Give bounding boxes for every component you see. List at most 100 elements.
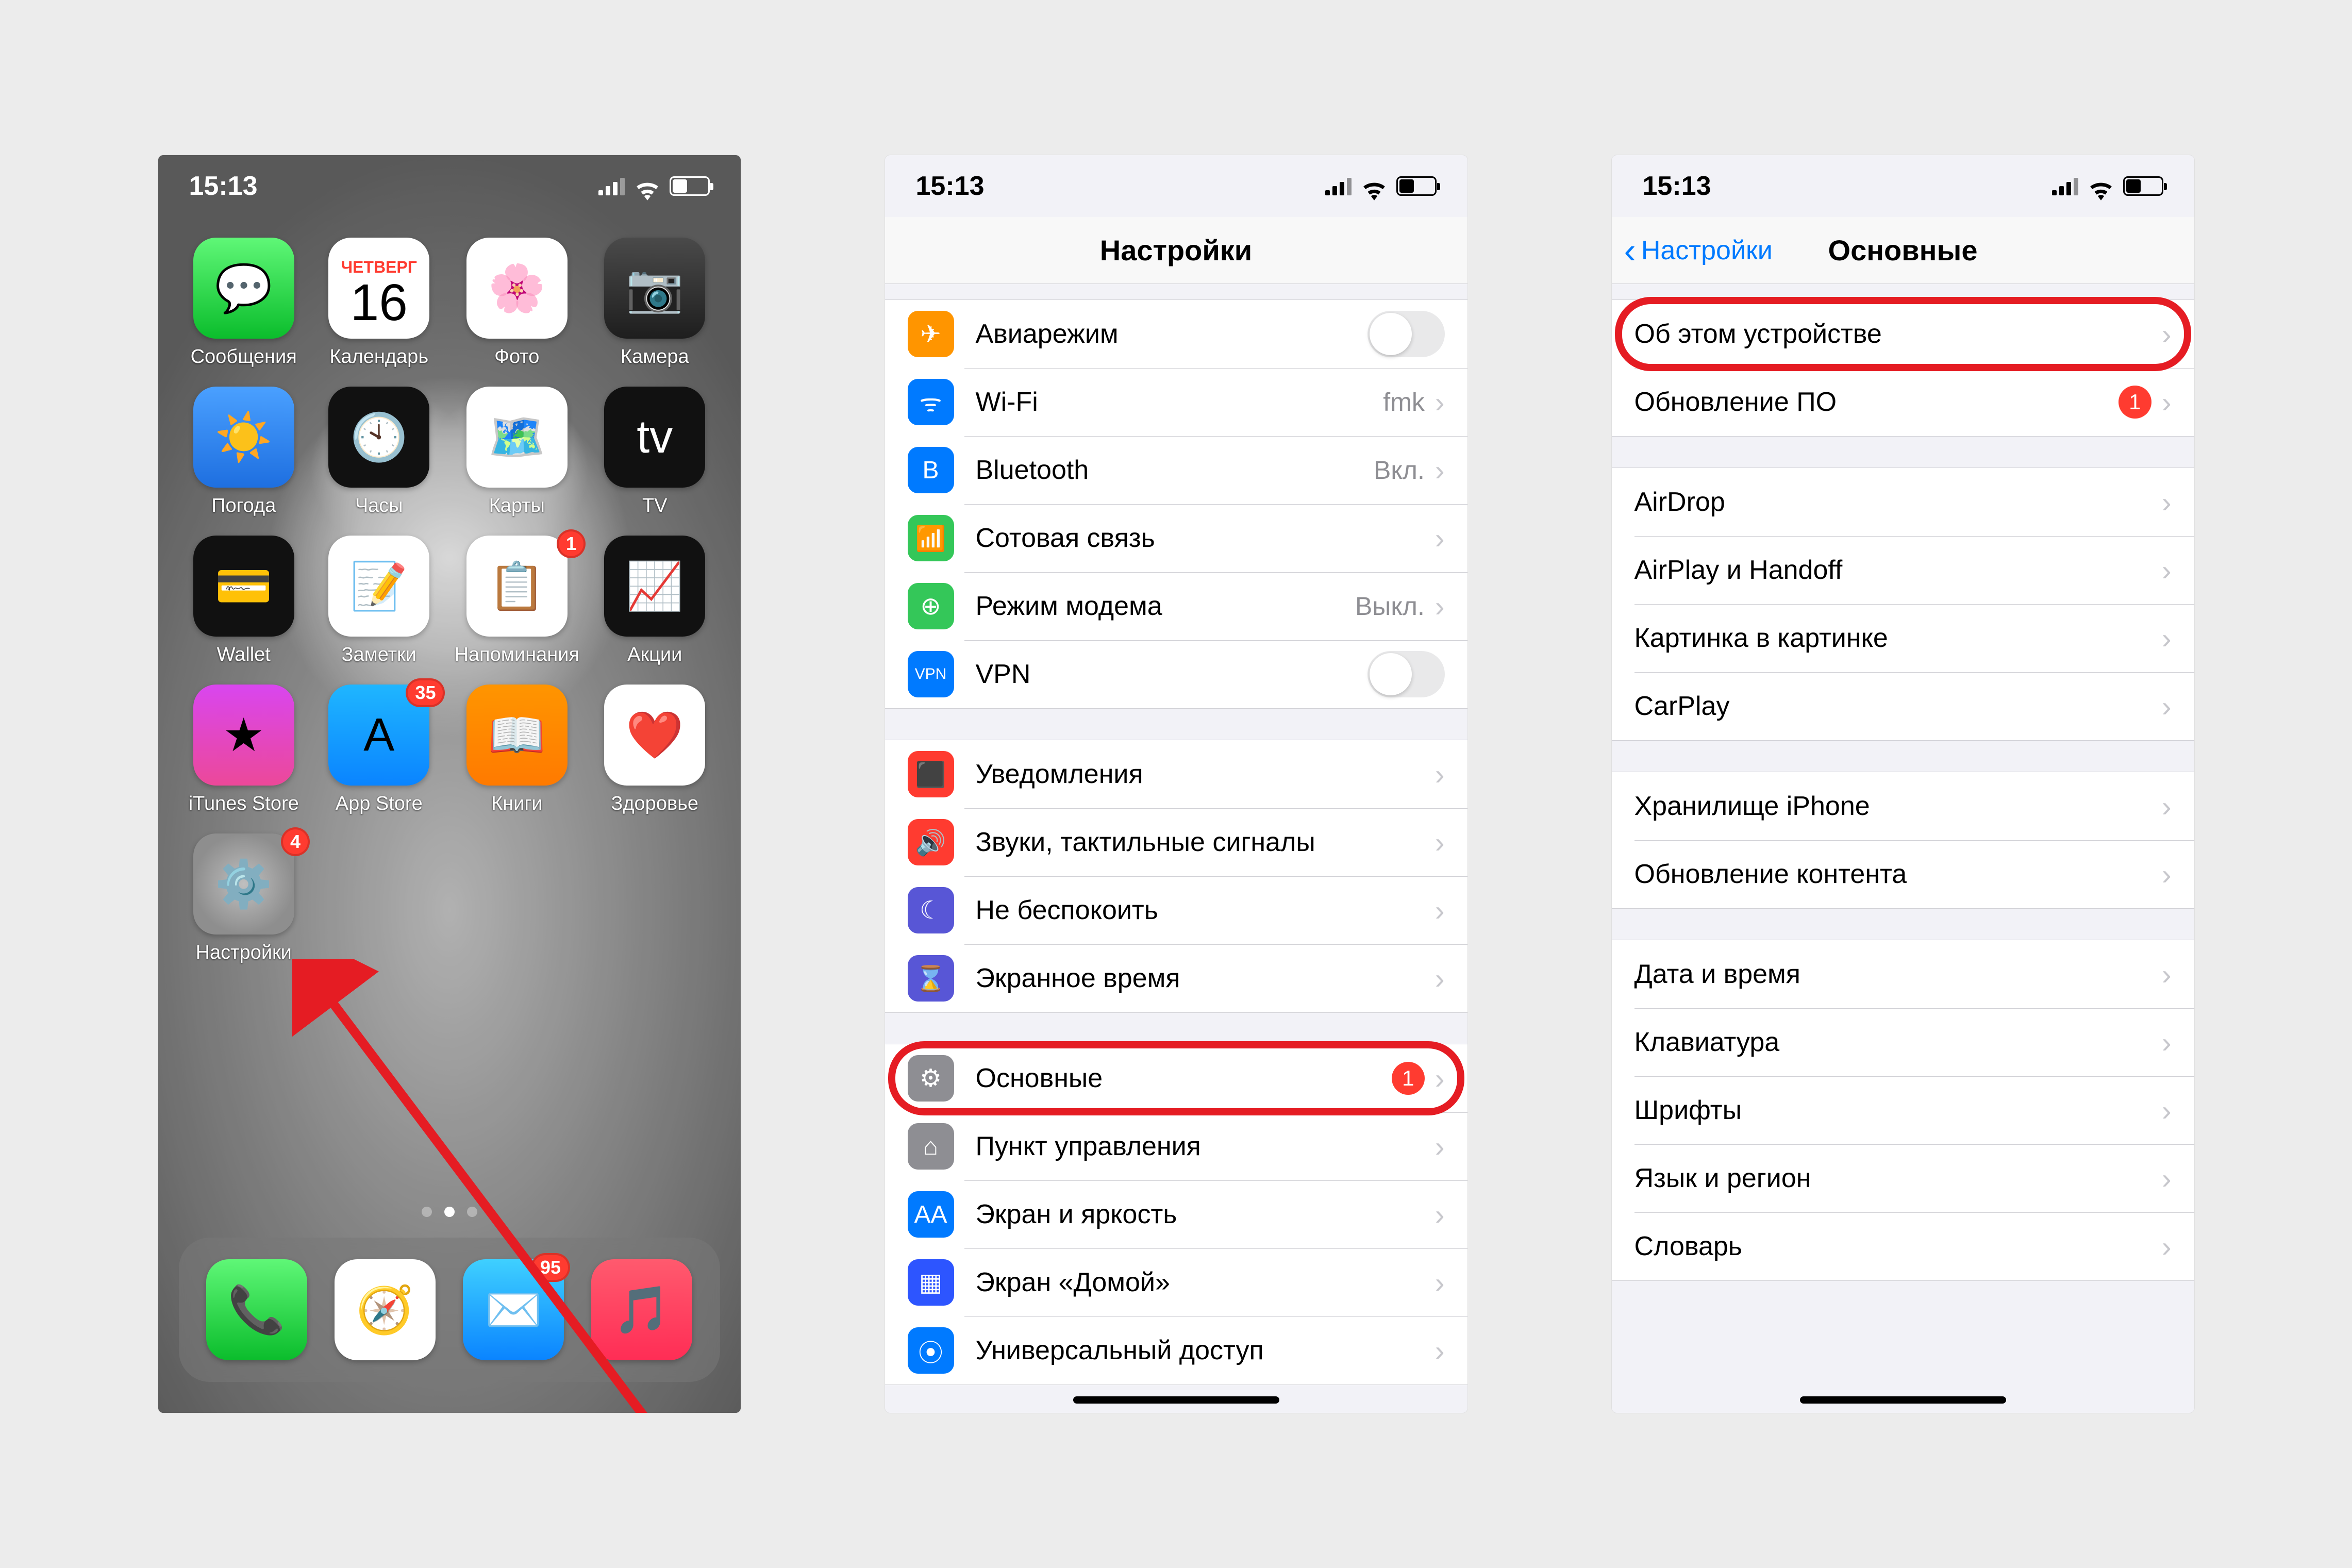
row-dnd[interactable]: ☾Не беспокоить› <box>885 876 1467 944</box>
home-indicator[interactable] <box>1800 1396 2006 1404</box>
row-label: Авиарежим <box>976 319 1367 349</box>
row-airdrop[interactable]: AirDrop› <box>1612 468 2194 536</box>
health-icon: ❤️ <box>604 685 705 786</box>
app-safari[interactable]: 🧭 <box>335 1259 436 1360</box>
status-bar: 15:13 <box>158 155 741 217</box>
chevron-right-icon: › <box>2162 386 2172 419</box>
row-label: Bluetooth <box>976 455 1374 486</box>
row-label: CarPlay <box>1634 691 2162 722</box>
home-indicator[interactable] <box>1073 1396 1279 1404</box>
row-label: Не беспокоить <box>976 895 1435 926</box>
row-storage[interactable]: Хранилище iPhone› <box>1612 772 2194 840</box>
row-label: Экран и яркость <box>976 1199 1435 1230</box>
row-sounds[interactable]: 🔊Звуки, тактильные сигналы› <box>885 808 1467 876</box>
nav-back-button[interactable]: ‹ Настройки <box>1624 235 1773 266</box>
row-label: Уведомления <box>976 759 1435 790</box>
screen-general: 15:13 ‹ Настройки Основные Об этом устро… <box>1612 155 2194 1413</box>
app-calendar[interactable]: Четверг16Календарь <box>319 238 439 368</box>
row-date[interactable]: Дата и время› <box>1612 940 2194 1008</box>
app-settings[interactable]: 4⚙️Настройки <box>184 833 304 964</box>
homescreen-icon: ▦ <box>908 1259 954 1306</box>
row-label: Режим модема <box>976 591 1356 622</box>
tv-icon: tv <box>604 387 705 488</box>
app-messages[interactable]: 💬Сообщения <box>184 238 304 368</box>
settings-list: ✈︎ Авиарежим ᯤWi-Fifmk›BBluetoothВкл.›📶Сот… <box>885 299 1467 1385</box>
row-homescreen[interactable]: ▦Экран «Домой»› <box>885 1248 1467 1316</box>
wifi-icon <box>2088 176 2114 196</box>
toggle-airplane[interactable] <box>1367 311 1445 357</box>
chevron-right-icon: › <box>2162 1230 2172 1263</box>
app-camera[interactable]: 📷Камера <box>595 238 714 368</box>
row-accessibility[interactable]: ⦿Универсальный доступ› <box>885 1316 1467 1384</box>
status-indicators <box>1325 176 1437 196</box>
nav-title: Настройки <box>1100 233 1252 267</box>
app-appstore[interactable]: 35AApp Store <box>319 685 439 815</box>
photos-icon: 🌸 <box>466 238 568 339</box>
app-stocks[interactable]: 📈Акции <box>595 536 714 666</box>
row-carplay[interactable]: CarPlay› <box>1612 672 2194 740</box>
row-bluetooth[interactable]: BBluetoothВкл.› <box>885 436 1467 504</box>
row-screentime[interactable]: ⌛Экранное время› <box>885 944 1467 1012</box>
general-icon: ⚙︎ <box>908 1055 954 1102</box>
row-control-center[interactable]: ⌂Пункт управления› <box>885 1112 1467 1180</box>
vpn-icon: VPN <box>908 651 954 697</box>
chevron-right-icon: › <box>1435 454 1445 487</box>
row-airplay[interactable]: AirPlay и Handoff› <box>1612 536 2194 604</box>
nav-bar: ‹ Настройки Основные <box>1612 217 2194 284</box>
row-label: Обновление контента <box>1634 859 2162 890</box>
app-music[interactable]: 🎵 <box>591 1259 692 1360</box>
chevron-right-icon: › <box>2162 318 2172 351</box>
cellular-icon: 📶 <box>908 515 954 561</box>
row-label: Универсальный доступ <box>976 1335 1435 1366</box>
app-label: iTunes Store <box>189 793 299 815</box>
row-label: Словарь <box>1634 1231 2162 1262</box>
row-label: Пункт управления <box>976 1131 1435 1162</box>
row-wifi[interactable]: ᯤWi-Fifmk› <box>885 368 1467 436</box>
clock-icon: 🕙 <box>328 387 429 488</box>
row-label: Экран «Домой» <box>976 1267 1435 1298</box>
row-cellular[interactable]: 📶Сотовая связь› <box>885 504 1467 572</box>
app-label: Камера <box>621 346 689 368</box>
app-reminders[interactable]: 1📋Напоминания <box>454 536 579 666</box>
app-tv[interactable]: tvTV <box>595 387 714 517</box>
chevron-right-icon: › <box>1435 1198 1445 1231</box>
app-itunes[interactable]: ★iTunes Store <box>184 685 304 815</box>
row-hotspot[interactable]: ⊕Режим модемаВыкл.› <box>885 572 1467 640</box>
row-bgapp[interactable]: Обновление контента› <box>1612 840 2194 908</box>
row-value: fmk <box>1383 387 1425 417</box>
row-keyboard[interactable]: Клавиатура› <box>1612 1008 2194 1076</box>
row-dict[interactable]: Словарь› <box>1612 1212 2194 1280</box>
app-photos[interactable]: 🌸Фото <box>454 238 579 368</box>
app-books[interactable]: 📖Книги <box>454 685 579 815</box>
row-label: VPN <box>976 659 1367 690</box>
settings-icon: ⚙️ <box>193 833 294 935</box>
row-lang[interactable]: Язык и регион› <box>1612 1144 2194 1212</box>
app-label: Wallet <box>217 644 271 666</box>
toggle-vpn[interactable] <box>1367 651 1445 697</box>
app-notes[interactable]: 📝Заметки <box>319 536 439 666</box>
page-indicator[interactable] <box>158 1207 741 1217</box>
app-clock[interactable]: 🕙Часы <box>319 387 439 517</box>
app-health[interactable]: ❤️Здоровье <box>595 685 714 815</box>
app-phone[interactable]: 📞 <box>206 1259 307 1360</box>
row-label: Об этом устройстве <box>1634 319 2162 349</box>
app-maps[interactable]: 🗺️Карты <box>454 387 579 517</box>
row-display[interactable]: AAЭкран и яркость› <box>885 1180 1467 1248</box>
row-notifications[interactable]: ⬛Уведомления› <box>885 740 1467 808</box>
row-about[interactable]: Об этом устройстве› <box>1612 300 2194 368</box>
app-weather[interactable]: ☀️Погода <box>184 387 304 517</box>
row-pip[interactable]: Картинка в картинке› <box>1612 604 2194 672</box>
airplane-icon: ✈︎ <box>908 311 954 357</box>
calendar-icon: Четверг16 <box>328 238 429 339</box>
wallet-icon: 💳 <box>193 536 294 637</box>
app-mail[interactable]: 95✉️ <box>463 1259 564 1360</box>
row-swupdate[interactable]: Обновление ПО1› <box>1612 368 2194 436</box>
row-badge: 1 <box>1392 1062 1425 1095</box>
row-airplane[interactable]: ✈︎ Авиарежим <box>885 300 1467 368</box>
battery-icon <box>1396 176 1437 196</box>
row-general[interactable]: ⚙︎Основные1› <box>885 1044 1467 1112</box>
status-indicators <box>598 176 710 196</box>
row-fonts[interactable]: Шрифты› <box>1612 1076 2194 1144</box>
app-wallet[interactable]: 💳 Wallet <box>184 536 304 666</box>
row-vpn[interactable]: VPN VPN <box>885 640 1467 708</box>
